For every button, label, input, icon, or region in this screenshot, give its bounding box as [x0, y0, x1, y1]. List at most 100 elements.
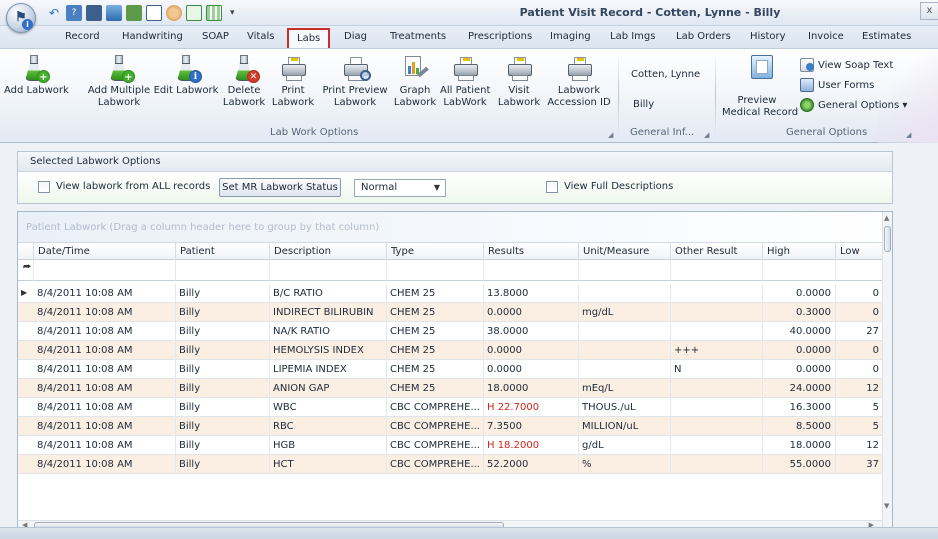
cell-other[interactable]: [671, 417, 763, 436]
cell-high[interactable]: 8.5000: [763, 417, 836, 436]
scroll-down-icon[interactable]: ▼: [884, 502, 889, 510]
save-icon[interactable]: [86, 5, 102, 21]
table-row[interactable]: 8/4/2011 10:08 AM Billy HGB CBC COMPREHE...…: [18, 436, 884, 455]
table-row[interactable]: 8/4/2011 10:08 AM Billy ANION GAP CHEM 25 18…: [18, 379, 884, 398]
cell-date[interactable]: 8/4/2011 10:08 AM: [34, 341, 176, 360]
scroll-thumb[interactable]: [884, 226, 891, 252]
delete-labwork-button[interactable]: ✕ Delete Labwork: [221, 53, 267, 109]
cell-high[interactable]: 0.0000: [763, 360, 836, 379]
table-row[interactable]: 8/4/2011 10:08 AM Billy HCT CBC COMPREHE...…: [18, 455, 884, 474]
cell-result[interactable]: H 22.7000: [484, 398, 579, 417]
table-row[interactable]: 8/4/2011 10:08 AM Billy INDIRECT BILIRUBIN…: [18, 303, 884, 322]
preview-medical-record-button[interactable]: Preview Medical Record: [722, 53, 798, 119]
print-preview-labwork-button[interactable]: Print Preview Labwork: [320, 53, 390, 109]
cell-patient[interactable]: Billy: [176, 360, 270, 379]
cell-patient[interactable]: Billy: [176, 379, 270, 398]
cell-patient[interactable]: Billy: [176, 341, 270, 360]
cell-other[interactable]: [671, 303, 763, 322]
table-row[interactable]: 8/4/2011 10:08 AM Billy WBC CBC COMPREHE...…: [18, 398, 884, 417]
user-forms-button[interactable]: User Forms: [800, 77, 874, 93]
cell-result[interactable]: 38.0000: [484, 322, 579, 341]
column-header-patient[interactable]: Patient: [176, 243, 270, 261]
cell-result[interactable]: 0.0000: [484, 303, 579, 322]
table-row[interactable]: 8/4/2011 10:08 AM Billy HEMOLYSIS INDEX CHE…: [18, 341, 884, 360]
cell-unit[interactable]: mg/dL: [579, 303, 671, 322]
table-row[interactable]: 8/4/2011 10:08 AM Billy NA/K RATIO CHEM 25 3…: [18, 322, 884, 341]
tab-estimates[interactable]: Estimates: [862, 31, 911, 42]
add-labwork-button[interactable]: + Add Labwork: [4, 53, 69, 97]
column-header-description[interactable]: Description: [270, 243, 387, 261]
print-labwork-button[interactable]: Print Labwork: [270, 53, 316, 109]
edit-labwork-button[interactable]: i Edit Labwork: [153, 53, 219, 97]
view-full-descriptions-checkbox[interactable]: [546, 181, 558, 193]
tab-imaging[interactable]: Imaging: [550, 31, 591, 42]
cell-desc[interactable]: HCT: [270, 455, 387, 474]
set-mr-labwork-status-button[interactable]: Set MR Labwork Status: [219, 178, 341, 197]
cell-low[interactable]: 12: [836, 379, 884, 398]
tab-record[interactable]: Record: [65, 31, 100, 42]
tab-invoice[interactable]: Invoice: [808, 31, 844, 42]
cell-unit[interactable]: MILLION/uL: [579, 417, 671, 436]
cell-type[interactable]: CHEM 25: [387, 341, 484, 360]
cell-type[interactable]: CBC COMPREHE...: [387, 398, 484, 417]
cell-patient[interactable]: Billy: [176, 398, 270, 417]
cell-high[interactable]: 0.0000: [763, 284, 836, 303]
cell-desc[interactable]: HEMOLYSIS INDEX: [270, 341, 387, 360]
cell-low[interactable]: 0: [836, 360, 884, 379]
table-row[interactable]: 8/4/2011 10:08 AM Billy RBC CBC COMPREHE...…: [18, 417, 884, 436]
cell-desc[interactable]: NA/K RATIO: [270, 322, 387, 341]
tab-handwriting[interactable]: Handwriting: [122, 31, 183, 42]
cell-desc[interactable]: HGB: [270, 436, 387, 455]
cell-result[interactable]: 13.8000: [484, 284, 579, 303]
cell-result[interactable]: H 18.2000: [484, 436, 579, 455]
cell-unit[interactable]: THOUS./uL: [579, 398, 671, 417]
grid-icon[interactable]: [206, 5, 222, 21]
tab-lab-orders[interactable]: Lab Orders: [676, 31, 731, 42]
cell-other[interactable]: [671, 322, 763, 341]
cell-unit[interactable]: %: [579, 455, 671, 474]
cell-type[interactable]: CBC COMPREHE...: [387, 417, 484, 436]
cell-other[interactable]: [671, 284, 763, 303]
labwork-status-select[interactable]: Normal ▼: [354, 179, 446, 197]
tab-lab-imgs[interactable]: Lab Imgs: [610, 31, 655, 42]
tab-history[interactable]: History: [750, 31, 786, 42]
cell-low[interactable]: 5: [836, 417, 884, 436]
cell-patient[interactable]: Billy: [176, 436, 270, 455]
cell-result[interactable]: 52.2000: [484, 455, 579, 474]
close-button[interactable]: x: [920, 2, 938, 20]
cell-desc[interactable]: WBC: [270, 398, 387, 417]
cell-date[interactable]: 8/4/2011 10:08 AM: [34, 379, 176, 398]
cell-low[interactable]: 5: [836, 398, 884, 417]
cell-unit[interactable]: [579, 284, 671, 303]
cell-low[interactable]: 37: [836, 455, 884, 474]
customize-toolbar-icon[interactable]: ▾: [230, 8, 235, 18]
cell-high[interactable]: 0.0000: [763, 341, 836, 360]
add-multiple-labwork-button[interactable]: + Add Multiple Labwork: [86, 53, 152, 109]
person-icon[interactable]: [166, 5, 182, 21]
application-menu-button[interactable]: ⚑ i: [6, 3, 36, 33]
cell-unit[interactable]: g/dL: [579, 436, 671, 455]
tab-treatments[interactable]: Treatments: [390, 31, 446, 42]
view-all-records-checkbox[interactable]: [38, 181, 50, 193]
cell-desc[interactable]: INDIRECT BILIRUBIN: [270, 303, 387, 322]
cell-type[interactable]: CHEM 25: [387, 379, 484, 398]
tools-icon[interactable]: [106, 5, 122, 21]
cell-type[interactable]: CHEM 25: [387, 322, 484, 341]
cell-date[interactable]: 8/4/2011 10:08 AM: [34, 284, 176, 303]
cell-type[interactable]: CHEM 25: [387, 303, 484, 322]
column-header-results[interactable]: Results: [484, 243, 579, 261]
cell-date[interactable]: 8/4/2011 10:08 AM: [34, 417, 176, 436]
tab-vitals[interactable]: Vitals: [247, 31, 274, 42]
cell-unit[interactable]: [579, 360, 671, 379]
scroll-up-icon[interactable]: ▲: [884, 214, 889, 222]
cell-type[interactable]: CBC COMPREHE...: [387, 455, 484, 474]
cell-low[interactable]: 27: [836, 322, 884, 341]
visit-labwork-button[interactable]: Visit Labwork: [496, 53, 542, 109]
cell-desc[interactable]: RBC: [270, 417, 387, 436]
resize-icon[interactable]: [186, 5, 202, 21]
column-header-other-result[interactable]: Other Result: [671, 243, 763, 261]
cell-low[interactable]: 0: [836, 341, 884, 360]
tab-labs[interactable]: Labs: [287, 28, 331, 49]
cell-other[interactable]: [671, 436, 763, 455]
column-header-date-time[interactable]: Date/Time: [34, 243, 176, 261]
